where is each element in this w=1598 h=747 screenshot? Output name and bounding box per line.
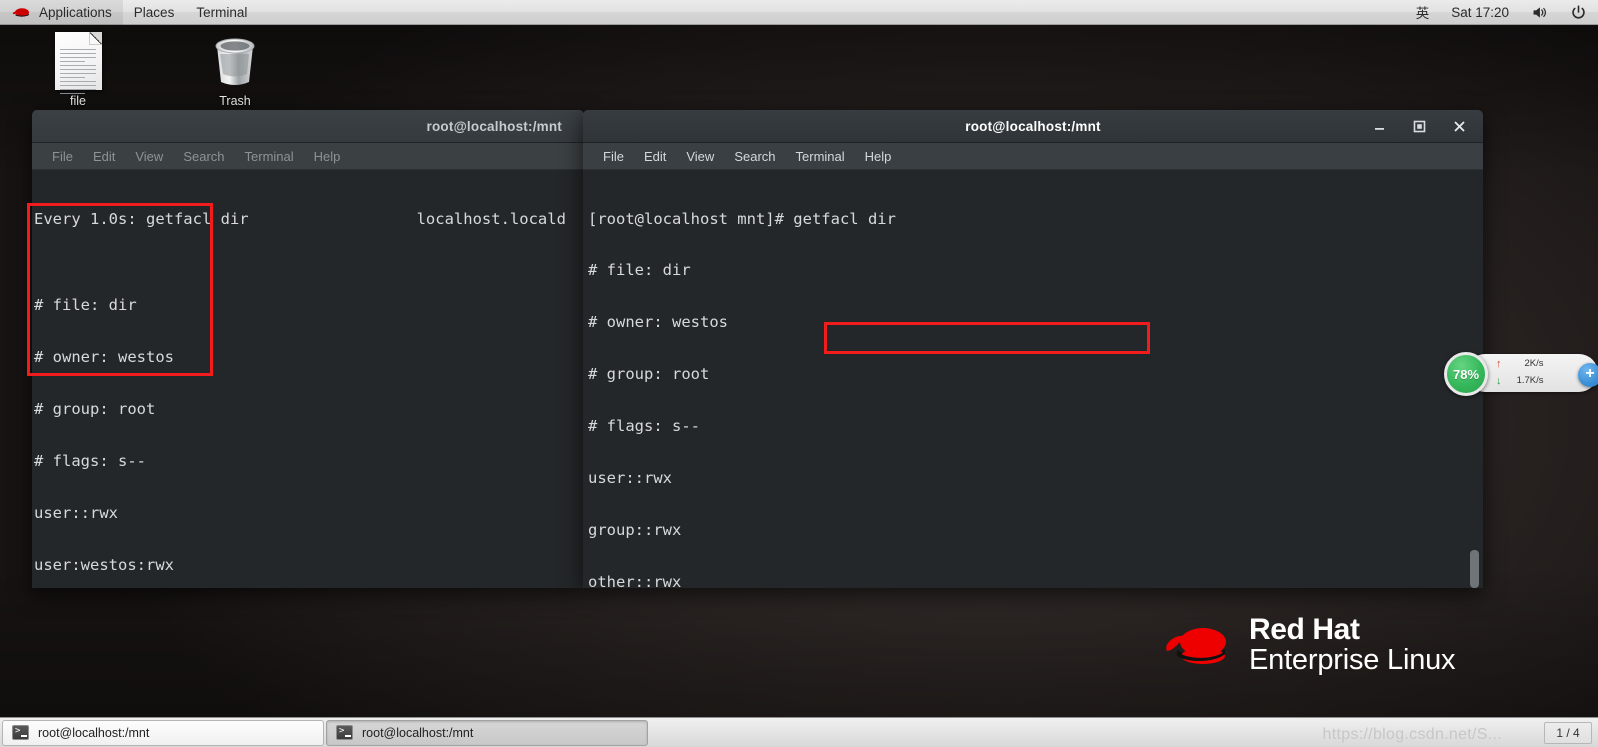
clock-label: Sat 17:20	[1451, 4, 1509, 20]
terminal-line: user::rwx	[588, 469, 672, 488]
power-button[interactable]	[1559, 0, 1598, 25]
menu-terminal-left[interactable]: Terminal	[235, 147, 304, 166]
terminal-line: group::rwx	[588, 520, 682, 539]
input-method-indicator[interactable]: 英	[1405, 0, 1441, 25]
taskbar-item-label: root@localhost:/mnt	[362, 725, 474, 740]
menubar-left: File Edit View Search Terminal Help	[32, 143, 584, 170]
terminal-window-left[interactable]: root@localhost:/mnt File Edit View Searc…	[32, 110, 584, 588]
menu-terminal-label: Terminal	[196, 4, 248, 20]
desktop-icon-file[interactable]: file	[30, 30, 126, 108]
volume-button[interactable]	[1520, 0, 1559, 25]
menu-applications[interactable]: Applications	[0, 0, 123, 25]
top-panel-status-area: 英 Sat 17:20	[1405, 0, 1598, 25]
menu-file-left[interactable]: File	[42, 147, 83, 166]
menu-edit-right[interactable]: Edit	[634, 147, 676, 166]
terminal-line: user:westos:rwx	[34, 555, 174, 574]
terminal-line: # flags: s--	[588, 417, 700, 436]
taskbar-item-label: root@localhost:/mnt	[38, 725, 150, 740]
download-rate-row: ↓ 1.7K/s	[1496, 373, 1544, 390]
input-method-label: 英	[1415, 6, 1430, 21]
add-button[interactable]: +	[1578, 363, 1598, 387]
minimize-icon	[1374, 127, 1384, 130]
power-icon	[1572, 4, 1585, 19]
close-button[interactable]	[1451, 118, 1467, 134]
taskbar-item-terminal-2[interactable]: root@localhost:/mnt	[326, 719, 648, 746]
menubar-right: File Edit View Search Terminal Help	[583, 143, 1483, 170]
speaker-icon	[1533, 6, 1546, 18]
desktop-icon-trash-label: Trash	[219, 94, 251, 108]
menu-terminal-right[interactable]: Terminal	[786, 147, 855, 166]
top-panel: Applications Places Terminal 英 Sat 17:20	[0, 0, 1598, 25]
scrollbar-thumb[interactable]	[1470, 550, 1479, 588]
arrow-up-icon: ↑	[1496, 357, 1502, 370]
close-icon	[1453, 120, 1465, 132]
menu-search-left[interactable]: Search	[173, 147, 234, 166]
menu-view-right[interactable]: View	[676, 147, 724, 166]
terminal-line: # flags: s--	[34, 451, 146, 470]
terminal-icon	[12, 725, 29, 740]
menu-search-right[interactable]: Search	[724, 147, 785, 166]
menu-help-right[interactable]: Help	[855, 147, 902, 166]
terminal-line: # group: root	[34, 399, 156, 418]
document-icon	[30, 30, 126, 94]
trash-icon	[187, 30, 283, 92]
terminal-line: # owner: westos	[588, 313, 728, 332]
clock[interactable]: Sat 17:20	[1440, 0, 1520, 25]
upload-rate-row: ↑ 2K/s	[1496, 356, 1544, 373]
window-controls-right	[1371, 118, 1483, 134]
taskbar-item-terminal-1[interactable]: root@localhost:/mnt	[2, 719, 324, 746]
maximize-button[interactable]	[1411, 118, 1427, 134]
menu-applications-label: Applications	[39, 4, 112, 20]
menu-places[interactable]: Places	[123, 0, 186, 25]
window-title-right: root@localhost:/mnt	[965, 118, 1101, 134]
workspace-switcher[interactable]: 1 / 4	[1544, 721, 1592, 744]
maximize-icon	[1413, 120, 1425, 132]
terminal-output-left[interactable]: Every 1.0s: getfacl dir localhost.locald…	[32, 170, 584, 588]
terminal-line: other::rwx	[588, 572, 682, 588]
titlebar-left[interactable]: root@localhost:/mnt	[32, 110, 584, 143]
menu-terminal[interactable]: Terminal	[185, 0, 258, 25]
desktop-icon-trash[interactable]: Trash	[187, 30, 283, 108]
menu-edit-left[interactable]: Edit	[83, 147, 125, 166]
menu-help-left[interactable]: Help	[304, 147, 351, 166]
terminal-window-right[interactable]: root@localhost:/mnt File Edit View Searc…	[583, 110, 1483, 588]
upload-rate-value: 2K/s	[1524, 358, 1544, 370]
arrow-down-icon: ↓	[1496, 375, 1502, 387]
download-rate-value: 1.7K/s	[1516, 375, 1544, 387]
terminal-line: # owner: westos	[34, 347, 174, 366]
terminal-line: [root@localhost mnt]# getfacl dir	[588, 209, 896, 228]
window-title-left: root@localhost:/mnt	[426, 118, 562, 134]
terminal-output-right[interactable]: [root@localhost mnt]# getfacl dir # file…	[583, 170, 1483, 588]
menu-places-label: Places	[133, 4, 175, 20]
menu-view-left[interactable]: View	[125, 147, 173, 166]
terminal-line: # group: root	[588, 365, 710, 384]
cpu-usage-gauge[interactable]: 78%	[1444, 352, 1488, 396]
workspace-label: 1 / 4	[1556, 725, 1580, 740]
redhat-logo-icon	[11, 6, 32, 19]
net-rates: ↑ 2K/s ↓ 1.7K/s	[1496, 356, 1544, 390]
terminal-line: user::rwx	[34, 503, 118, 522]
terminal-line: Every 1.0s: getfacl dir localhost.locald	[34, 209, 566, 228]
titlebar-right[interactable]: root@localhost:/mnt	[583, 110, 1483, 143]
menu-file-right[interactable]: File	[593, 147, 634, 166]
terminal-icon	[336, 725, 353, 740]
terminal-line: # file: dir	[34, 296, 137, 315]
minimize-button[interactable]	[1371, 118, 1387, 134]
terminal-line: # file: dir	[588, 261, 691, 280]
bottom-panel: root@localhost:/mnt root@localhost:/mnt …	[0, 717, 1598, 747]
